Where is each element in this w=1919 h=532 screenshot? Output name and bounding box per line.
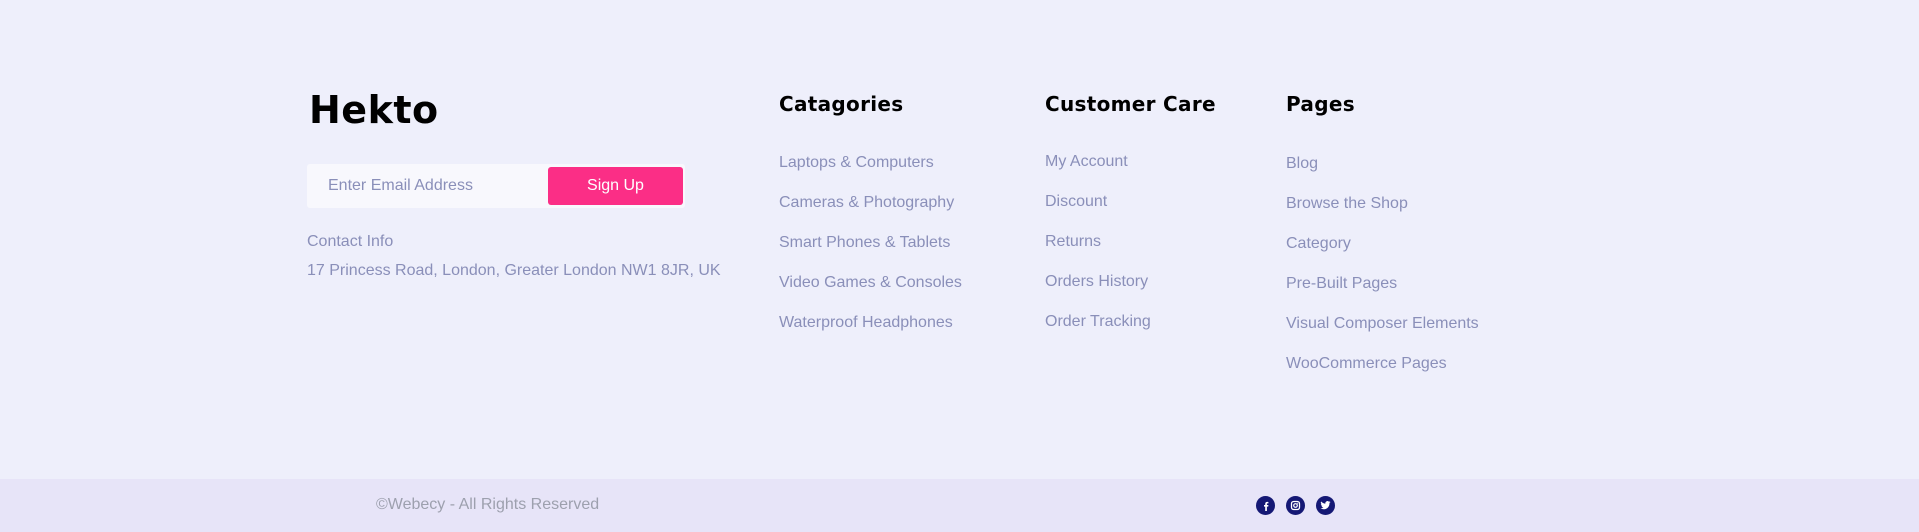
categories-link[interactable]: Cameras & Photography: [779, 193, 962, 233]
customer-care-heading: Customer Care: [1045, 92, 1216, 116]
facebook-icon[interactable]: [1256, 496, 1275, 515]
pages-link[interactable]: Visual Composer Elements: [1286, 314, 1479, 354]
contact-address: 17 Princess Road, London, Greater London…: [307, 262, 721, 279]
customer-care-link[interactable]: Discount: [1045, 192, 1216, 232]
email-input[interactable]: [307, 164, 547, 208]
site-footer: Hekto Sign Up Contact Info 17 Princess R…: [0, 0, 1919, 532]
pages-heading: Pages: [1286, 92, 1355, 116]
categories-list: Laptops & Computers Cameras & Photograph…: [779, 153, 962, 353]
customer-care-link[interactable]: Orders History: [1045, 272, 1216, 312]
categories-link[interactable]: Video Games & Consoles: [779, 273, 962, 313]
pages-link[interactable]: Category: [1286, 234, 1479, 274]
categories-link[interactable]: Waterproof Headphones: [779, 313, 962, 353]
pages-link[interactable]: Blog: [1286, 154, 1479, 194]
signup-button[interactable]: Sign Up: [548, 167, 683, 205]
customer-care-column: Customer Care My Account Discount Return…: [1045, 92, 1216, 352]
pages-link[interactable]: WooCommerce Pages: [1286, 354, 1479, 394]
social-links: [1256, 496, 1335, 515]
categories-link[interactable]: Laptops & Computers: [779, 153, 962, 193]
twitter-icon[interactable]: [1316, 496, 1335, 515]
footer-bottom-bar: ©Webecy - All Rights Reserved: [0, 479, 1919, 532]
categories-heading: Catagories: [779, 92, 904, 116]
pages-column: Pages Blog Browse the Shop Category Pre-…: [1286, 92, 1479, 394]
footer-main: Hekto Sign Up Contact Info 17 Princess R…: [0, 0, 1919, 479]
customer-care-link[interactable]: Returns: [1045, 232, 1216, 272]
customer-care-link[interactable]: My Account: [1045, 152, 1216, 192]
customer-care-link[interactable]: Order Tracking: [1045, 312, 1216, 352]
brand-logo[interactable]: Hekto: [309, 88, 439, 132]
copyright-text: ©Webecy - All Rights Reserved: [376, 496, 600, 513]
contact-info-label: Contact Info: [307, 233, 394, 250]
pages-list: Blog Browse the Shop Category Pre-Built …: [1286, 154, 1479, 394]
pages-link[interactable]: Pre-Built Pages: [1286, 274, 1479, 314]
categories-link[interactable]: Smart Phones & Tablets: [779, 233, 962, 273]
categories-column: Catagories Laptops & Computers Cameras &…: [779, 92, 962, 353]
newsletter-form: Sign Up: [307, 164, 685, 208]
pages-link[interactable]: Browse the Shop: [1286, 194, 1479, 234]
customer-care-list: My Account Discount Returns Orders Histo…: [1045, 152, 1216, 352]
instagram-icon[interactable]: [1286, 496, 1305, 515]
